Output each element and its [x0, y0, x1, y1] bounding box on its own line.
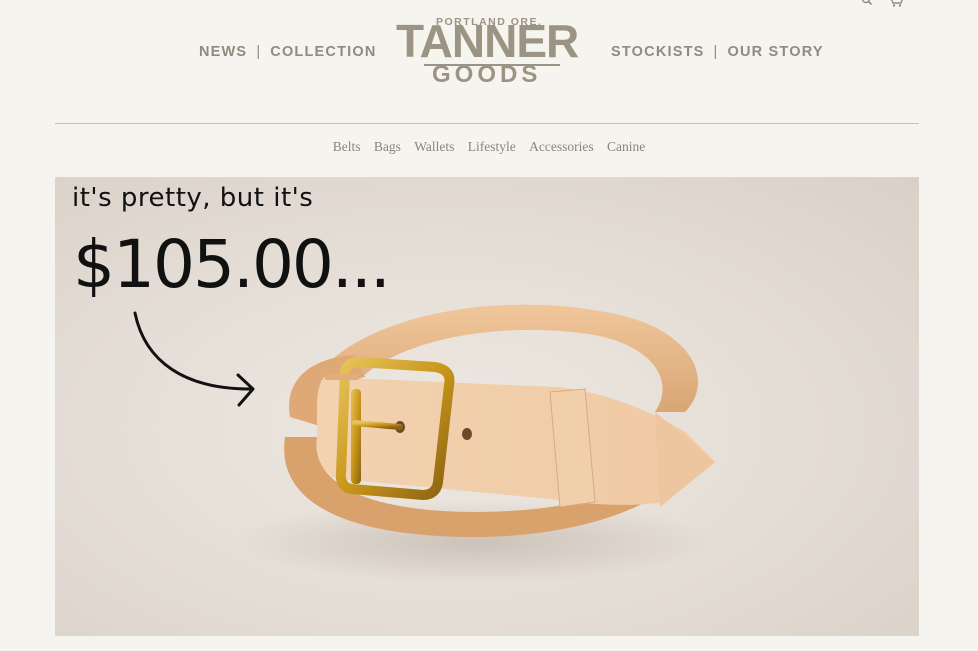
nav-separator: | [256, 44, 262, 60]
nav-our-story-link[interactable]: OUR STORY [728, 44, 824, 60]
logo-wordmark: TANNER [396, 15, 579, 67]
subnav-canine[interactable]: Canine [607, 139, 645, 154]
hero-price: $105.00... [73, 226, 391, 303]
nav-stockists-link[interactable]: STOCKISTS [611, 44, 705, 60]
nav-right: STOCKISTS | OUR STORY [611, 44, 824, 60]
nav-collection-link[interactable]: COLLECTION [270, 44, 376, 60]
tanner-goods-logo[interactable]: PORTLAND ORE. TANNER GOODS [396, 14, 579, 90]
hero-tagline: it's pretty, but it's [72, 183, 314, 213]
nav-separator: | [713, 44, 719, 60]
subnav-wallets[interactable]: Wallets [414, 139, 454, 154]
nav-left: NEWS | COLLECTION [199, 44, 377, 60]
subnav-accessories[interactable]: Accessories [529, 139, 593, 154]
header-divider [55, 123, 919, 124]
category-nav: Belts Bags Wallets Lifestyle Accessories… [0, 139, 978, 155]
logo-subword: GOODS [432, 61, 542, 88]
subnav-lifestyle[interactable]: Lifestyle [468, 139, 516, 154]
subnav-bags[interactable]: Bags [374, 139, 401, 154]
subnav-belts[interactable]: Belts [333, 139, 361, 154]
site-header: NEWS | COLLECTION PORTLAND ORE. TANNER G… [0, 0, 978, 122]
hero-banner[interactable]: it's pretty, but it's $105.00... [55, 177, 919, 636]
nav-news-link[interactable]: NEWS [199, 44, 247, 60]
